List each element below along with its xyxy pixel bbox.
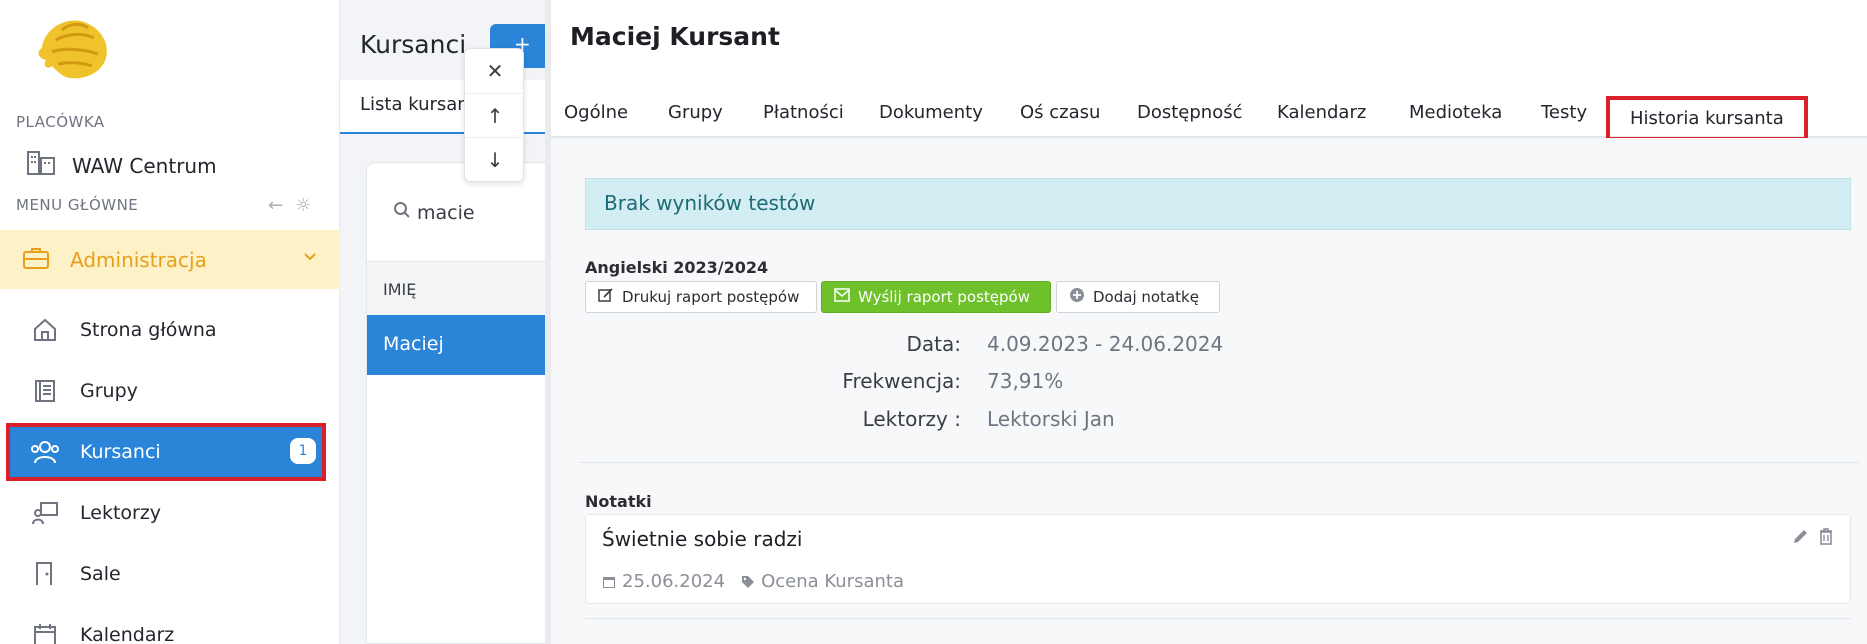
sidebar-item-label: Lektorzy: [80, 502, 162, 524]
teachers-value: Lektorski Jan: [987, 407, 1115, 431]
student-name-title: Maciej Kursant: [570, 22, 780, 51]
edit-pencil-icon[interactable]: [1792, 527, 1810, 549]
row-context-menu: ✕ ↑ ↓: [464, 48, 525, 182]
bottom-divider: [585, 618, 1851, 619]
section-divider: [579, 462, 1859, 463]
theme-sun-icon[interactable]: ☼: [295, 195, 311, 216]
administration-label: Administracja: [70, 247, 207, 272]
book-icon: [30, 376, 60, 406]
sidebar: PLACÓWKA WAW Centrum MENU GŁÓWNE ← ☼ Adm…: [0, 0, 340, 644]
sidebar-item-groups[interactable]: Grupy: [0, 362, 340, 420]
print-progress-report-button[interactable]: Drukuj raport postępów: [585, 281, 817, 313]
teacher-icon: [30, 498, 60, 528]
home-icon: [30, 315, 60, 345]
table-row[interactable]: Maciej: [367, 315, 557, 375]
sidebar-item-label: Kursanci: [80, 441, 161, 463]
column-header-name[interactable]: IMIĘ: [367, 261, 557, 315]
teachers-label: Lektorzy :: [862, 407, 961, 431]
send-report-label: Wyślij raport postępów: [858, 288, 1030, 306]
students-table: macie IMIĘ Maciej: [366, 162, 557, 644]
tab-calendar[interactable]: Kalendarz: [1277, 102, 1366, 123]
notes-title: Notatki: [585, 492, 652, 511]
branch-selector[interactable]: WAW Centrum: [26, 150, 217, 181]
date-value: 4.09.2023 - 24.06.2024: [987, 332, 1224, 356]
arrow-up-icon[interactable]: ↑: [465, 93, 525, 137]
note-tag-value: Ocena Kursanta: [761, 571, 904, 592]
users-icon: [30, 437, 60, 467]
tab-timeline[interactable]: Oś czasu: [1020, 102, 1100, 123]
collapse-arrow-icon[interactable]: ←: [268, 195, 283, 216]
add-note-button[interactable]: Dodaj notatkę: [1056, 281, 1220, 313]
note-date-value: 25.06.2024: [622, 571, 726, 592]
calendar-small-icon: [602, 575, 616, 589]
student-tabs: Ogólne Grupy Płatności Dokumenty Oś czas…: [551, 92, 1867, 141]
menu-tools: ← ☼: [268, 195, 311, 216]
add-note-label: Dodaj notatkę: [1093, 288, 1199, 306]
sidebar-item-label: Kalendarz: [80, 624, 175, 644]
note-meta: 25.06.2024 Ocena Kursanta: [602, 571, 904, 592]
tab-tests[interactable]: Testy: [1541, 102, 1587, 123]
tab-general[interactable]: Ogólne: [564, 102, 628, 123]
attendance-value: 73,91%: [987, 369, 1064, 393]
tab-documents[interactable]: Dokumenty: [879, 102, 983, 123]
calendar-icon: [30, 620, 60, 644]
chevron-down-icon: [302, 248, 318, 268]
arrow-down-icon[interactable]: ↓: [465, 137, 525, 181]
attendance-label: Frekwencja:: [842, 369, 961, 393]
branch-name: WAW Centrum: [72, 153, 217, 178]
history-content: Brak wyników testów Angielski 2023/2024 …: [551, 138, 1867, 644]
search-input[interactable]: macie: [417, 202, 475, 224]
note-tag: Ocena Kursanta: [741, 571, 904, 592]
student-detail-panel: Maciej Kursant Ogólne Grupy Płatności Do…: [551, 0, 1867, 644]
tab-availability[interactable]: Dostępność: [1137, 102, 1243, 123]
note-card: Świetnie sobie radzi 25.06.2024 Ocena Ku…: [585, 514, 1851, 604]
no-test-results-alert: Brak wyników testów: [585, 178, 1851, 230]
briefcase-icon: [22, 246, 50, 274]
door-icon: [30, 559, 60, 589]
tab-groups[interactable]: Grupy: [668, 102, 723, 123]
note-text: Świetnie sobie radzi: [602, 527, 803, 551]
sidebar-item-label: Strona główna: [80, 319, 217, 341]
sidebar-item-teachers[interactable]: Lektorzy: [0, 484, 340, 542]
menu-section-label: MENU GŁÓWNE: [16, 196, 139, 214]
course-details: Data: Frekwencja: Lektorzy :: [551, 332, 961, 452]
send-progress-report-button[interactable]: Wyślij raport postępów: [821, 281, 1051, 313]
search-field[interactable]: macie: [393, 201, 475, 224]
students-count-badge: 1: [290, 438, 316, 464]
tab-student-history[interactable]: Historia kursanta: [1606, 96, 1808, 141]
branch-section-label: PLACÓWKA: [16, 113, 105, 131]
sidebar-item-label: Sale: [80, 563, 121, 585]
course-title: Angielski 2023/2024: [585, 258, 769, 277]
envelope-icon: [834, 288, 850, 306]
administration-menu[interactable]: Administracja: [0, 230, 340, 289]
close-icon[interactable]: ✕: [465, 49, 525, 93]
note-actions: [1792, 527, 1834, 549]
tab-payments[interactable]: Płatności: [763, 102, 844, 123]
sidebar-item-label: Grupy: [80, 380, 138, 402]
edit-icon: [598, 287, 614, 307]
trash-icon[interactable]: [1818, 527, 1834, 549]
plus-circle-icon: [1069, 287, 1085, 307]
sidebar-item-home[interactable]: Strona główna: [0, 301, 340, 359]
sidebar-item-calendar[interactable]: Kalendarz: [0, 606, 340, 644]
note-date: 25.06.2024: [602, 571, 725, 592]
search-icon: [393, 201, 411, 224]
sidebar-item-rooms[interactable]: Sale: [0, 545, 340, 603]
tab-media-library[interactable]: Medioteka: [1409, 102, 1502, 123]
logo-lion: [22, 8, 122, 88]
sidebar-item-students[interactable]: Kursanci 1: [6, 423, 326, 481]
students-page-title: Kursanci: [360, 30, 467, 59]
print-report-label: Drukuj raport postępów: [622, 288, 800, 306]
tag-icon: [741, 575, 755, 589]
date-label: Data:: [906, 332, 962, 356]
building-icon: [26, 150, 56, 181]
